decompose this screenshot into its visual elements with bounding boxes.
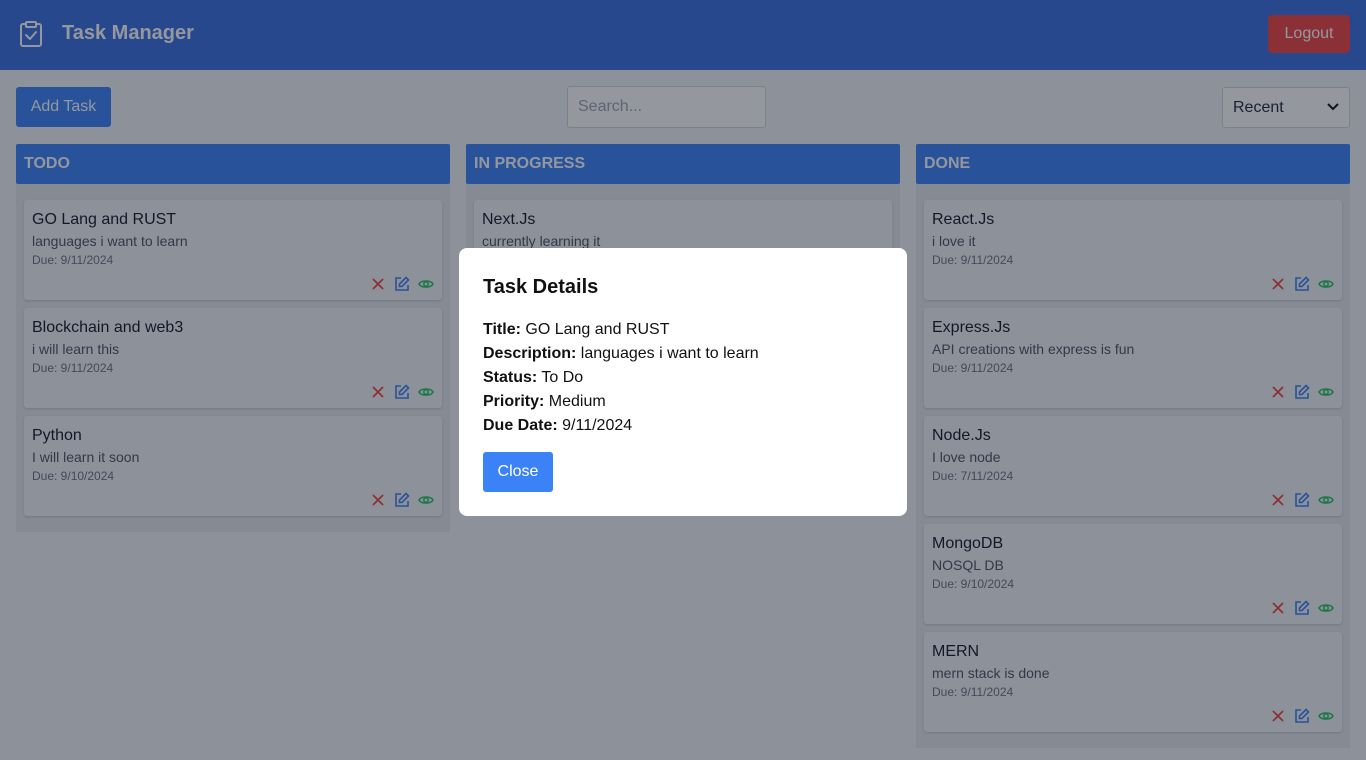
task-details-modal: Task Details Title: GO Lang and RUST Des… — [459, 248, 907, 516]
detail-status-label: Status: — [483, 369, 538, 386]
detail-due-date: Due Date: 9/11/2024 — [483, 414, 883, 438]
detail-priority-value: Medium — [548, 393, 606, 410]
detail-priority-label: Priority: — [483, 393, 545, 410]
detail-title-value: GO Lang and RUST — [525, 321, 670, 338]
detail-description-value: languages i want to learn — [580, 345, 759, 362]
detail-status: Status: To Do — [483, 366, 883, 390]
detail-description: Description: languages i want to learn — [483, 342, 883, 366]
close-button[interactable]: Close — [483, 452, 553, 492]
modal-title: Task Details — [483, 276, 599, 298]
detail-due-date-label: Due Date: — [483, 417, 558, 434]
detail-title-label: Title: — [483, 321, 521, 338]
detail-status-value: To Do — [541, 369, 584, 386]
detail-title: Title: GO Lang and RUST — [483, 318, 883, 342]
detail-due-date-value: 9/11/2024 — [562, 417, 633, 434]
detail-priority: Priority: Medium — [483, 390, 883, 414]
task-detail-list: Title: GO Lang and RUST Description: lan… — [483, 318, 883, 438]
detail-description-label: Description: — [483, 345, 577, 362]
